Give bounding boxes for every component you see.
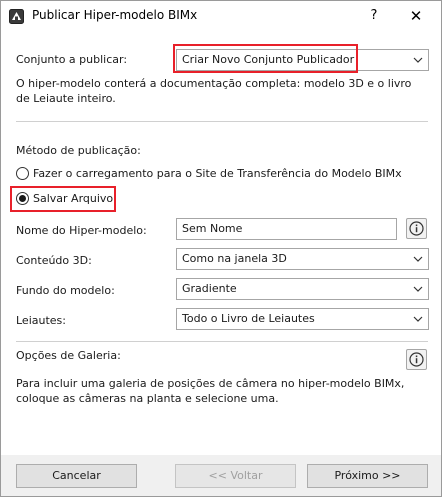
next-button[interactable]: Próximo >> bbox=[307, 464, 428, 488]
back-button[interactable]: << Voltar bbox=[175, 464, 296, 488]
highlight-frame-save-file bbox=[10, 186, 116, 212]
bimx-app-icon bbox=[9, 9, 24, 24]
content3d-value: Como na janela 3D bbox=[182, 252, 287, 265]
help-button[interactable]: ? bbox=[363, 5, 385, 27]
model-name-input[interactable]: Sem Nome bbox=[176, 218, 397, 240]
chevron-down-icon bbox=[413, 316, 423, 322]
dialog-footer: Cancelar << Voltar Próximo >> bbox=[1, 455, 441, 496]
radio-upload[interactable]: Fazer o carregamento para o Site de Tran… bbox=[16, 167, 402, 180]
info-icon bbox=[409, 221, 424, 236]
chevron-down-icon bbox=[413, 286, 423, 292]
cancel-button[interactable]: Cancelar bbox=[16, 464, 137, 488]
divider bbox=[16, 341, 428, 342]
chevron-down-icon bbox=[413, 57, 423, 63]
gallery-description: Para incluir uma galeria de posições de … bbox=[16, 377, 405, 405]
content3d-label: Conteúdo 3D: bbox=[16, 254, 92, 267]
gallery-options-label: Opções de Galeria: bbox=[16, 349, 121, 362]
title-bar: Publicar Hiper-modelo BIMx ? ✕ bbox=[1, 1, 441, 31]
divider bbox=[16, 121, 428, 122]
background-label: Fundo do modelo: bbox=[16, 284, 115, 297]
chevron-down-icon bbox=[413, 256, 423, 262]
background-value: Gradiente bbox=[182, 282, 237, 295]
highlight-frame-publisher-set bbox=[173, 44, 358, 73]
model-name-label: Nome do Hiper-modelo: bbox=[16, 224, 147, 237]
name-info-button[interactable] bbox=[406, 218, 427, 239]
publish-bimx-dialog: Publicar Hiper-modelo BIMx ? ✕ Conjunto … bbox=[0, 0, 442, 497]
content3d-dropdown[interactable]: Como na janela 3D bbox=[176, 248, 429, 270]
radio-upload-button[interactable] bbox=[16, 167, 29, 180]
layouts-dropdown[interactable]: Todo o Livro de Leiautes bbox=[176, 308, 429, 330]
radio-upload-label: Fazer o carregamento para o Site de Tran… bbox=[33, 167, 402, 180]
layouts-label: Leiautes: bbox=[16, 314, 66, 327]
publish-method-label: Método de publicação: bbox=[16, 144, 141, 157]
info-icon bbox=[409, 352, 424, 367]
layouts-value: Todo o Livro de Leiautes bbox=[182, 312, 315, 325]
publisher-set-description: O hiper-modelo conterá a documentação co… bbox=[16, 77, 412, 105]
background-dropdown[interactable]: Gradiente bbox=[176, 278, 429, 300]
window-title: Publicar Hiper-modelo BIMx bbox=[32, 8, 198, 22]
publisher-set-label: Conjunto a publicar: bbox=[16, 53, 128, 66]
close-icon[interactable]: ✕ bbox=[405, 5, 427, 27]
gallery-info-button[interactable] bbox=[406, 349, 427, 370]
